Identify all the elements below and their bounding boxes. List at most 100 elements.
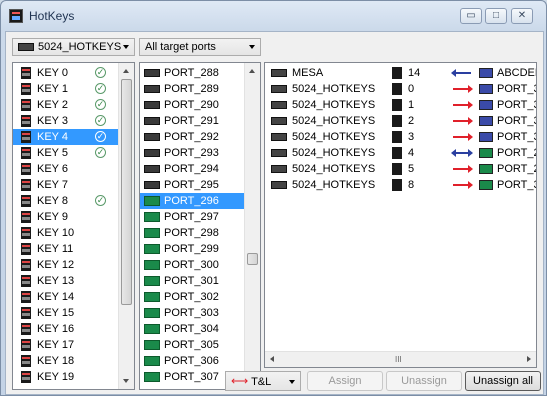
port-list-item[interactable]: PORT_289 bbox=[140, 81, 246, 97]
title-bar[interactable]: HotKeys ▭ □ ✕ bbox=[1, 1, 546, 29]
ports-list[interactable]: PORT_288 PORT_289 PORT_290 PORT_291 PORT_292… bbox=[139, 62, 261, 390]
black-device-icon bbox=[144, 69, 160, 77]
key-list-item[interactable]: KEY 18 bbox=[13, 353, 120, 369]
unassign-button[interactable]: Unassign bbox=[386, 371, 462, 391]
port-list-item[interactable]: PORT_296 bbox=[140, 193, 246, 209]
minimize-button[interactable]: ▭ bbox=[460, 8, 482, 24]
target-name: PORT_297 bbox=[497, 163, 536, 175]
device-combo[interactable]: 5024_HOTKEYS bbox=[12, 38, 135, 56]
key-list-item[interactable]: KEY 2 ✓ bbox=[13, 97, 120, 113]
scroll-up-icon[interactable] bbox=[123, 69, 129, 73]
key-icon bbox=[21, 131, 31, 143]
assignments-h-scrollbar[interactable]: III bbox=[265, 351, 536, 367]
key-number: 1 bbox=[408, 99, 415, 111]
key-list-item[interactable]: KEY 4 ✓ bbox=[13, 129, 120, 145]
port-list-item[interactable]: PORT_295 bbox=[140, 177, 246, 193]
key-list-item[interactable]: KEY 15 bbox=[13, 305, 120, 321]
key-icon bbox=[21, 147, 31, 159]
key-icon bbox=[21, 243, 31, 255]
key-label: KEY 6 bbox=[37, 163, 68, 175]
port-list-item[interactable]: PORT_294 bbox=[140, 161, 246, 177]
assignment-row[interactable]: 5024_HOTKEYS 2 PORT_336 bbox=[265, 113, 536, 129]
key-list-item[interactable]: KEY 0 ✓ bbox=[13, 65, 120, 81]
port-label: PORT_293 bbox=[164, 147, 219, 159]
key-icon bbox=[21, 211, 31, 223]
maximize-button[interactable]: □ bbox=[485, 8, 507, 24]
mode-combo[interactable]: ⟷ T&L bbox=[225, 371, 301, 391]
scroll-grip-icon[interactable]: III bbox=[395, 355, 402, 364]
port-list-item[interactable]: PORT_290 bbox=[140, 97, 246, 113]
scroll-left-icon[interactable] bbox=[270, 356, 274, 362]
key-number: 0 bbox=[408, 83, 415, 95]
key-list-item[interactable]: KEY 14 bbox=[13, 289, 120, 305]
assignment-row[interactable]: 5024_HOTKEYS 8 PORT_306 bbox=[265, 177, 536, 193]
close-button[interactable]: ✕ bbox=[511, 8, 533, 24]
assignment-row[interactable]: 5024_HOTKEYS 3 PORT_337 bbox=[265, 129, 536, 145]
port-list-item[interactable]: PORT_292 bbox=[140, 129, 246, 145]
port-label: PORT_296 bbox=[164, 195, 219, 207]
key-list-item[interactable]: KEY 9 bbox=[13, 209, 120, 225]
assignment-row[interactable]: MESA 14 ABCDEFGH bbox=[265, 65, 536, 81]
port-list-item[interactable]: PORT_301 bbox=[140, 273, 246, 289]
scroll-up-icon[interactable] bbox=[249, 69, 255, 73]
key-list-item[interactable]: KEY 11 bbox=[13, 241, 120, 257]
assignment-row[interactable]: 5024_HOTKEYS 5 PORT_297 bbox=[265, 161, 536, 177]
port-list-item[interactable]: PORT_300 bbox=[140, 257, 246, 273]
device-icon bbox=[271, 101, 287, 109]
scroll-down-icon[interactable] bbox=[123, 379, 129, 383]
key-list-item[interactable]: KEY 12 bbox=[13, 257, 120, 273]
port-list-item[interactable]: PORT_297 bbox=[140, 209, 246, 225]
key-label: KEY 5 bbox=[37, 147, 68, 159]
key-list-item[interactable]: KEY 19 bbox=[13, 369, 120, 385]
key-label: KEY 12 bbox=[37, 259, 75, 271]
assignment-row[interactable]: 5024_HOTKEYS 1 PORT_385 bbox=[265, 97, 536, 113]
assignments-list[interactable]: MESA14ABCDEFGH5024_HOTKEYS0PORT_3845024_… bbox=[264, 62, 537, 368]
port-label: PORT_298 bbox=[164, 227, 219, 239]
port-list-item[interactable]: PORT_305 bbox=[140, 337, 246, 353]
port-list-item[interactable]: PORT_288 bbox=[140, 65, 246, 81]
ports-scroll-thumb[interactable] bbox=[247, 253, 258, 265]
key-list-item[interactable]: KEY 8 ✓ bbox=[13, 193, 120, 209]
unassign-all-button[interactable]: Unassign all bbox=[465, 371, 541, 391]
ports-combo[interactable]: All target ports bbox=[139, 38, 261, 56]
key-list-item[interactable]: KEY 3 ✓ bbox=[13, 113, 120, 129]
target-port-icon bbox=[479, 164, 493, 174]
port-list-item[interactable]: PORT_303 bbox=[140, 305, 246, 321]
key-list-item[interactable]: KEY 16 bbox=[13, 321, 120, 337]
scroll-right-icon[interactable] bbox=[527, 356, 531, 362]
key-label: KEY 18 bbox=[37, 355, 75, 367]
device-icon bbox=[271, 165, 287, 173]
key-list-item[interactable]: KEY 13 bbox=[13, 273, 120, 289]
port-list-item[interactable]: PORT_299 bbox=[140, 241, 246, 257]
key-list-item[interactable]: KEY 5 ✓ bbox=[13, 145, 120, 161]
port-list-item[interactable]: PORT_293 bbox=[140, 145, 246, 161]
keys-list[interactable]: KEY 0 ✓ KEY 1 ✓ KEY 2 ✓ KEY 3 ✓ KEY 4 ✓ KEY 5 ✓ KEY … bbox=[12, 62, 135, 390]
key-list-item[interactable]: KEY 7 bbox=[13, 177, 120, 193]
key-list-item[interactable]: KEY 10 bbox=[13, 225, 120, 241]
key-list-item[interactable]: KEY 1 ✓ bbox=[13, 81, 120, 97]
port-list-item[interactable]: PORT_306 bbox=[140, 353, 246, 369]
assignment-row[interactable]: 5024_HOTKEYS 4 PORT_296 bbox=[265, 145, 536, 161]
black-device-icon bbox=[144, 85, 160, 93]
assignment-row[interactable]: 5024_HOTKEYS 0 PORT_384 bbox=[265, 81, 536, 97]
key-list-item[interactable]: KEY 6 bbox=[13, 161, 120, 177]
target-port-icon bbox=[479, 132, 493, 142]
check-icon: ✓ bbox=[95, 67, 106, 78]
port-list-item[interactable]: PORT_302 bbox=[140, 289, 246, 305]
port-list-item[interactable]: PORT_304 bbox=[140, 321, 246, 337]
port-list-item[interactable]: PORT_291 bbox=[140, 113, 246, 129]
port-list-item[interactable]: PORT_298 bbox=[140, 225, 246, 241]
key-list-item[interactable]: KEY 17 bbox=[13, 337, 120, 353]
assign-button[interactable]: Assign bbox=[307, 371, 383, 391]
device-name: MESA bbox=[292, 67, 324, 79]
keys-scrollbar[interactable] bbox=[118, 63, 134, 389]
device-name: 5024_HOTKEYS bbox=[292, 179, 376, 191]
ports-scrollbar[interactable] bbox=[244, 63, 260, 389]
check-icon: ✓ bbox=[95, 83, 106, 94]
key-label: KEY 3 bbox=[37, 115, 68, 127]
key-number: 3 bbox=[408, 131, 415, 143]
black-device-icon bbox=[144, 181, 160, 189]
port-label: PORT_303 bbox=[164, 307, 219, 319]
keys-scroll-thumb[interactable] bbox=[121, 79, 132, 305]
device-icon bbox=[271, 69, 287, 77]
